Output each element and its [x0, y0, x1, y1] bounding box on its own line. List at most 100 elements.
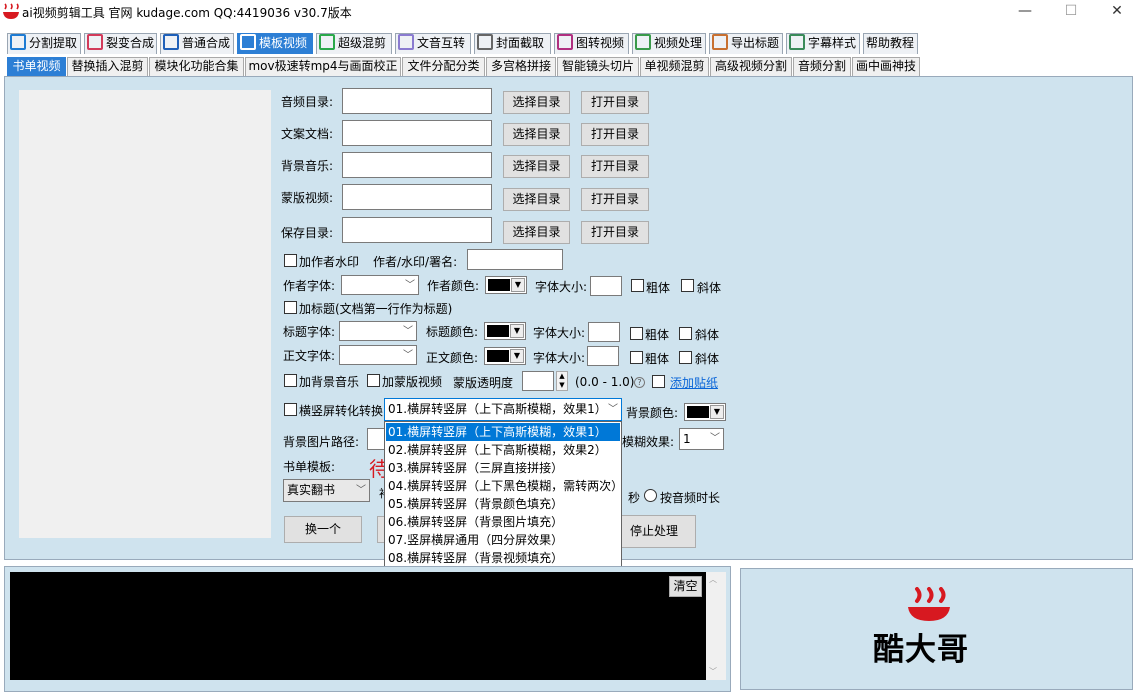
title-italic-checkbox[interactable]: [679, 327, 692, 340]
bg-color-label: 背景颜色:: [626, 406, 679, 420]
sub-tab-2[interactable]: 模块化功能合集: [149, 57, 244, 76]
mask-select-dir-button[interactable]: 选择目录: [503, 188, 570, 211]
orientation-option[interactable]: 07.竖屏横屏通用（四分屏效果）: [386, 531, 620, 549]
main-tab-2[interactable]: 普通合成: [160, 33, 234, 54]
slideshow-icon: [557, 34, 573, 50]
author-font-size-input[interactable]: [590, 276, 622, 296]
blur-effect-select[interactable]: 1 ﹀: [679, 428, 724, 450]
console-scrollbar[interactable]: ︿ ﹀: [706, 572, 726, 680]
bg-image-path-input[interactable]: [367, 428, 385, 450]
main-tab-8[interactable]: 视频处理: [632, 33, 706, 54]
add-sticker-checkbox[interactable]: [652, 375, 665, 388]
add-bg-music-checkbox[interactable]: [284, 374, 297, 387]
author-color-label: 作者颜色:: [427, 279, 480, 293]
close-button[interactable]: ✕: [1094, 0, 1137, 24]
orientation-selected-value: 01.横屏转竖屏（上下高斯模糊，效果1）: [388, 402, 607, 416]
audio-select-dir-button[interactable]: 选择目录: [503, 91, 570, 114]
text-doc-input[interactable]: [342, 120, 492, 146]
bg-music-input[interactable]: [342, 152, 492, 178]
add-title-checkbox[interactable]: [284, 301, 297, 314]
sub-tab-10[interactable]: 画中画神技: [852, 57, 920, 76]
color-swatch: [487, 325, 509, 337]
orientation-option[interactable]: 08.横屏转竖屏（背景视频填充）: [386, 549, 620, 567]
template-icon: [240, 34, 256, 50]
bg-color-picker[interactable]: ▼: [684, 403, 726, 421]
scroll-up-icon[interactable]: ︿: [709, 574, 717, 585]
save-open-dir-button[interactable]: 打开目录: [581, 221, 649, 244]
help-icon[interactable]: ?: [634, 377, 645, 388]
mask-video-input[interactable]: [342, 184, 492, 210]
main-tab-10[interactable]: 字幕样式: [786, 33, 860, 54]
author-watermark-checkbox[interactable]: [284, 254, 297, 267]
maximize-button[interactable]: ☐: [1048, 0, 1094, 24]
body-bold-checkbox[interactable]: [630, 351, 643, 364]
main-tab-6[interactable]: 封面截取: [474, 33, 551, 54]
body-font-size-label: 字体大小:: [533, 351, 586, 365]
orientation-option[interactable]: 01.横屏转竖屏（上下高斯模糊，效果1）: [386, 423, 620, 441]
title-font-select[interactable]: ﹀: [339, 321, 417, 341]
window-title: ai视频剪辑工具 官网 kudage.com QQ:4419036 v30.7版…: [22, 6, 352, 20]
main-tab-9[interactable]: 导出标题: [709, 33, 783, 54]
author-watermark-input[interactable]: [467, 249, 563, 270]
orientation-option[interactable]: 04.横屏转竖屏（上下黑色模糊，需转两次）: [386, 477, 623, 495]
orientation-option[interactable]: 03.横屏转竖屏（三屏直接拼接）: [386, 459, 620, 477]
sub-tab-1[interactable]: 替换插入混剪: [67, 57, 148, 76]
sub-tab-6[interactable]: 智能镜头切片: [557, 57, 639, 76]
dropdown-arrow-icon: ▼: [511, 278, 525, 292]
sub-tab-4[interactable]: 文件分配分类: [402, 57, 485, 76]
author-bold-checkbox[interactable]: [631, 279, 644, 292]
mask-open-dir-button[interactable]: 打开目录: [581, 188, 649, 211]
main-tab-11[interactable]: 帮助教程: [863, 33, 918, 54]
orientation-select[interactable]: 01.横屏转竖屏（上下高斯模糊，效果1） ﹀: [384, 398, 622, 421]
save-dir-input[interactable]: [342, 217, 492, 243]
main-tab-4[interactable]: 超级混剪: [316, 33, 392, 54]
clear-console-button[interactable]: 清空: [669, 576, 702, 597]
main-tab-5[interactable]: 文音互转: [395, 33, 471, 54]
title-font-size-input[interactable]: [588, 322, 620, 342]
audio-open-dir-button[interactable]: 打开目录: [581, 91, 649, 114]
author-font-size-label: 字体大小:: [535, 280, 588, 294]
title-bold-checkbox[interactable]: [630, 327, 643, 340]
sub-tab-7[interactable]: 单视频混剪: [640, 57, 709, 76]
author-italic-checkbox[interactable]: [681, 279, 694, 292]
book-template-select[interactable]: 真实翻书 ﹀: [283, 479, 370, 502]
orientation-convert-checkbox[interactable]: [284, 403, 297, 416]
add-mask-video-checkbox[interactable]: [367, 374, 380, 387]
body-font-size-input[interactable]: [587, 346, 619, 366]
main-tab-0[interactable]: 分割提取: [7, 33, 81, 54]
orientation-option[interactable]: 05.横屏转竖屏（背景颜色填充）: [386, 495, 620, 513]
sub-tab-0[interactable]: 书单视频: [7, 57, 66, 76]
author-font-select[interactable]: ﹀: [341, 275, 419, 295]
music-select-dir-button[interactable]: 选择目录: [503, 155, 570, 178]
audio-dir-input[interactable]: [342, 88, 492, 114]
add-sticker-link[interactable]: 添加贴纸: [670, 374, 718, 391]
main-tab-7[interactable]: 图转视频: [554, 33, 629, 54]
text-open-dir-button[interactable]: 打开目录: [581, 123, 649, 146]
author-color-picker[interactable]: ▼: [485, 276, 527, 294]
sub-tab-3[interactable]: mov极速转mp4与画面校正: [245, 57, 401, 76]
orientation-option[interactable]: 06.横屏转竖屏（背景图片填充）: [386, 513, 620, 531]
stop-processing-button[interactable]: 停止处理: [612, 515, 696, 548]
layers-icon: [87, 34, 103, 50]
mask-opacity-input[interactable]: [522, 371, 554, 391]
swap-template-button[interactable]: 换一个: [284, 516, 362, 543]
title-color-picker[interactable]: ▼: [484, 322, 526, 340]
sub-tab-5[interactable]: 多宫格拼接: [486, 57, 556, 76]
scroll-down-icon[interactable]: ﹀: [709, 666, 717, 677]
minimize-button[interactable]: —: [1002, 0, 1048, 24]
text-select-dir-button[interactable]: 选择目录: [503, 123, 570, 146]
sub-tab-8[interactable]: 高级视频分割: [710, 57, 792, 76]
music-open-dir-button[interactable]: 打开目录: [581, 155, 649, 178]
body-font-select[interactable]: ﹀: [339, 345, 417, 365]
by-audio-duration-radio[interactable]: [644, 489, 657, 502]
save-select-dir-button[interactable]: 选择目录: [503, 221, 570, 244]
main-tab-3[interactable]: 模板视频: [237, 33, 313, 54]
opacity-spinner[interactable]: ▲ ▼: [556, 371, 568, 391]
sub-tab-9[interactable]: 音频分割: [793, 57, 851, 76]
body-italic-checkbox[interactable]: [679, 351, 692, 364]
orientation-option[interactable]: 02.横屏转竖屏（上下高斯模糊，效果2）: [386, 441, 620, 459]
main-tab-1[interactable]: 裂变合成: [84, 33, 157, 54]
main-tab-label: 超级混剪: [338, 36, 387, 50]
body-color-picker[interactable]: ▼: [484, 347, 526, 365]
add-bg-music-label: 加背景音乐: [299, 375, 360, 389]
